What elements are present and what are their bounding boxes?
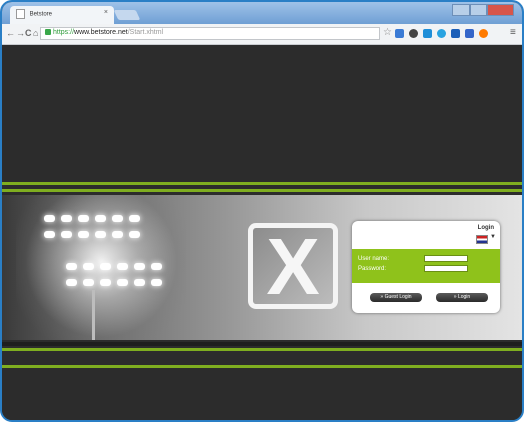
floodlight [129, 215, 140, 222]
login-panel: Login ▼ User name: Password: » Guest Log… [352, 221, 500, 313]
home-icon[interactable]: ⌂ [33, 28, 38, 38]
extension-icon[interactable] [451, 29, 460, 38]
window-close-button[interactable] [487, 4, 515, 16]
login-form: User name: Password: [352, 249, 500, 283]
floodlight [61, 231, 72, 238]
extension-icon[interactable] [423, 29, 432, 38]
address-bar[interactable]: https://www.betstore.net/Start.xhtml [40, 27, 380, 40]
back-icon[interactable]: ← [6, 28, 15, 38]
floodlight [95, 231, 106, 238]
floodlight [134, 263, 145, 270]
username-field[interactable] [424, 255, 468, 262]
floodlight [95, 215, 106, 222]
floodlight [134, 279, 145, 286]
reload-icon[interactable]: C [25, 28, 32, 38]
language-flag-icon[interactable] [476, 235, 488, 244]
floodlight [83, 263, 94, 270]
floodlight [151, 279, 162, 286]
guest-login-button[interactable]: » Guest Login [370, 293, 422, 302]
username-label: User name: [358, 256, 390, 262]
bookmark-star-icon[interactable]: ☆ [383, 27, 392, 38]
page-icon [16, 9, 25, 19]
url-scheme: https:// [53, 29, 75, 36]
tab-strip: Betstore × [2, 2, 522, 24]
floodlight [78, 231, 89, 238]
extension-icon[interactable] [409, 29, 418, 38]
url-path: /Start.xhtml [127, 29, 164, 36]
floodlight [66, 279, 77, 286]
floodlight [151, 263, 162, 270]
window-controls [452, 4, 515, 16]
floodlight [44, 215, 55, 222]
tab-close-icon[interactable]: × [104, 9, 108, 16]
site-logo: X [248, 222, 338, 311]
divider-stripe [2, 348, 522, 351]
lock-icon [45, 29, 51, 36]
tab-betstore[interactable]: Betstore × [10, 6, 114, 24]
floodlight [44, 231, 55, 238]
menu-icon[interactable]: ≡ [510, 27, 516, 38]
minimize-button[interactable] [452, 4, 470, 16]
floodlight [129, 231, 140, 238]
logo-x-glyph: X [266, 222, 320, 311]
browser-toolbar: ← → C ⌂ https://www.betstore.net/Start.x… [2, 24, 522, 45]
browser-window: Betstore × ← → C ⌂ https://www.betstore.… [0, 0, 524, 422]
web-page: X Login ▼ User name: Password: » Guest L… [2, 45, 522, 420]
divider-stripe [2, 189, 522, 192]
hero-banner: X Login ▼ User name: Password: » Guest L… [2, 195, 522, 340]
maximize-button[interactable] [469, 4, 488, 16]
extension-icon[interactable] [395, 29, 404, 38]
url-host: www.betstore.net [74, 29, 128, 36]
floodlight [78, 215, 89, 222]
extension-icon[interactable] [479, 29, 488, 38]
floodlight [117, 263, 128, 270]
divider-stripe [2, 342, 522, 346]
tab-title: Betstore [29, 11, 53, 18]
extension-icon[interactable] [437, 29, 446, 38]
light-pole [92, 290, 95, 340]
floodlight [83, 279, 94, 286]
login-title: Login [477, 225, 494, 231]
language-chevron-down-icon[interactable]: ▼ [490, 234, 496, 240]
extension-icon[interactable] [465, 29, 474, 38]
forward-icon[interactable]: → [16, 28, 25, 38]
floodlight [66, 263, 77, 270]
floodlight [100, 263, 111, 270]
floodlight [61, 215, 72, 222]
floodlight [112, 231, 123, 238]
password-field[interactable] [424, 265, 468, 272]
divider-stripe [2, 182, 522, 185]
floodlight [117, 279, 128, 286]
floodlight [112, 215, 123, 222]
floodlight [100, 279, 111, 286]
new-tab-button[interactable] [113, 10, 141, 20]
login-button[interactable]: » Login [436, 293, 488, 302]
divider-stripe [2, 365, 522, 368]
password-label: Password: [358, 266, 387, 272]
